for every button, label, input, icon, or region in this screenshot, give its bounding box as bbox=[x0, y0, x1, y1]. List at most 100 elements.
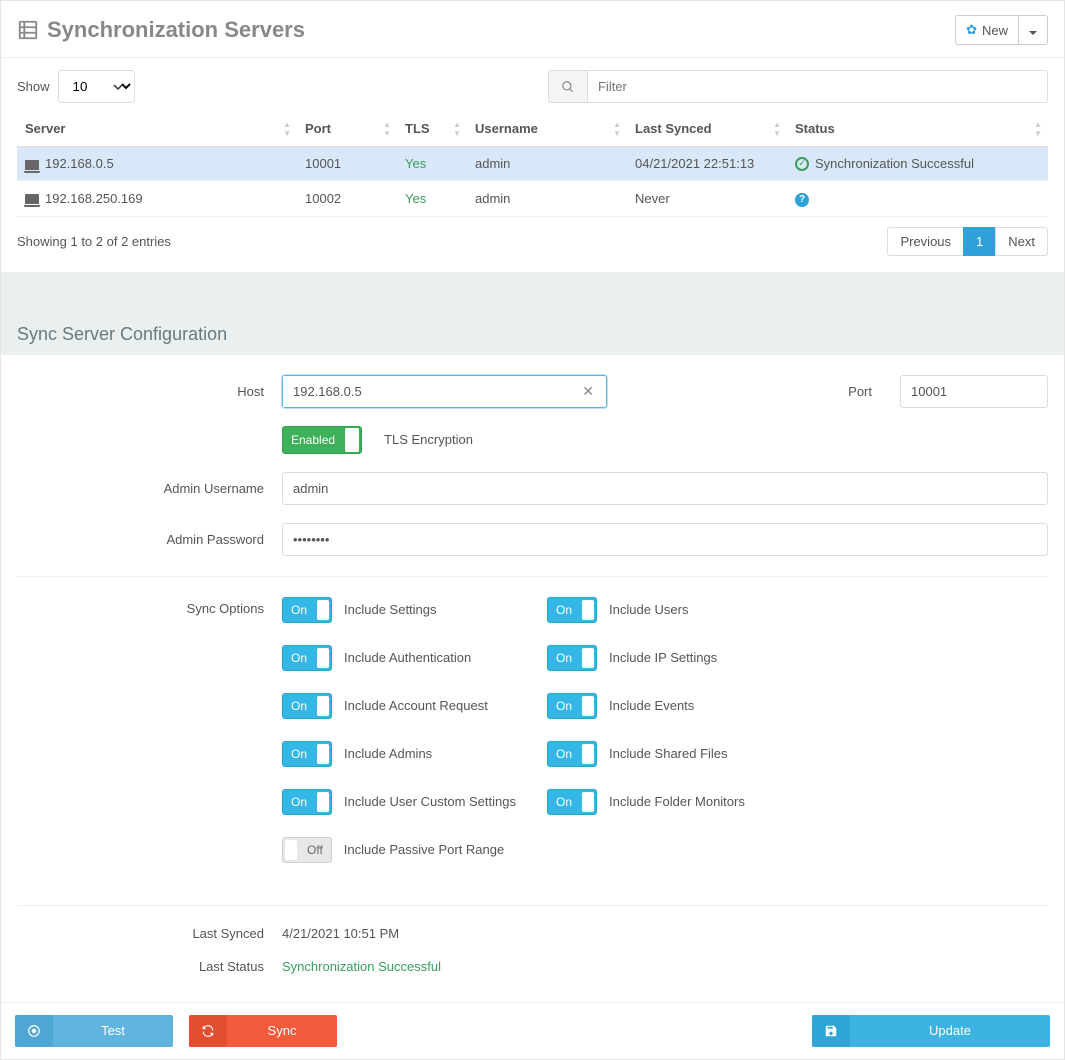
option-toggle[interactable]: On bbox=[547, 597, 597, 623]
option-label: Include Settings bbox=[344, 602, 437, 617]
option-label: Include User Custom Settings bbox=[344, 794, 516, 809]
sort-icon: ▲▼ bbox=[453, 120, 461, 138]
cell-tls: Yes bbox=[397, 147, 467, 181]
option-toggle[interactable]: On bbox=[282, 645, 332, 671]
col-username[interactable]: Username bbox=[475, 121, 538, 136]
option-toggle[interactable]: On bbox=[282, 693, 332, 719]
sort-icon: ▲▼ bbox=[773, 120, 781, 138]
option-label: Include Passive Port Range bbox=[344, 842, 504, 857]
server-icon bbox=[25, 194, 39, 204]
caret-down-icon bbox=[1029, 31, 1037, 35]
clear-icon[interactable]: ✕ bbox=[570, 376, 606, 407]
port-label: Port bbox=[848, 384, 890, 399]
servers-table: Server ▲▼ Port ▲▼ TLS ▲▼ Username ▲▼ Last Sy… bbox=[17, 111, 1048, 217]
col-server[interactable]: Server bbox=[25, 121, 65, 136]
option-toggle[interactable]: Off bbox=[282, 837, 332, 863]
cell-username: admin bbox=[467, 181, 627, 217]
tls-toggle[interactable]: Enabled bbox=[282, 426, 362, 454]
sort-icon: ▲▼ bbox=[613, 120, 621, 138]
col-port[interactable]: Port bbox=[305, 121, 331, 136]
cell-port: 10001 bbox=[297, 147, 397, 181]
search-icon bbox=[548, 70, 587, 103]
cell-status: ? bbox=[787, 181, 1048, 217]
filter-input[interactable] bbox=[587, 70, 1048, 103]
sync-button-label: Sync bbox=[227, 1023, 337, 1038]
last-status-label: Last Status bbox=[17, 959, 282, 974]
list-icon bbox=[17, 19, 39, 41]
cell-port: 10002 bbox=[297, 181, 397, 217]
server-icon bbox=[25, 160, 39, 170]
admin-username-input[interactable] bbox=[282, 472, 1048, 505]
test-button-label: Test bbox=[53, 1023, 173, 1038]
new-button-label: New bbox=[982, 23, 1008, 38]
table-row[interactable]: 192.168.250.169 10002YesadminNever? bbox=[17, 181, 1048, 217]
config-title: Sync Server Configuration bbox=[1, 312, 1064, 355]
page-header: Synchronization Servers ✿ New bbox=[1, 1, 1064, 58]
col-last-synced[interactable]: Last Synced bbox=[635, 121, 712, 136]
tls-encryption-label: TLS Encryption bbox=[384, 432, 473, 447]
option-label: Include Folder Monitors bbox=[609, 794, 745, 809]
update-button-label: Update bbox=[850, 1023, 1050, 1038]
page-previous[interactable]: Previous bbox=[887, 227, 964, 256]
filter-group bbox=[548, 70, 1048, 103]
cell-server: 192.168.250.169 bbox=[45, 191, 143, 206]
new-dropdown-button[interactable] bbox=[1019, 15, 1048, 45]
sort-icon: ▲▼ bbox=[283, 120, 291, 138]
gear-icon: ✿ bbox=[966, 22, 977, 38]
new-button-group: ✿ New bbox=[955, 15, 1048, 45]
cell-server: 192.168.0.5 bbox=[45, 156, 114, 171]
option-label: Include Account Request bbox=[344, 698, 488, 713]
option-toggle[interactable]: On bbox=[547, 789, 597, 815]
option-toggle[interactable]: On bbox=[282, 789, 332, 815]
admin-username-label: Admin Username bbox=[17, 481, 282, 496]
col-tls[interactable]: TLS bbox=[405, 121, 430, 136]
option-label: Include Authentication bbox=[344, 650, 471, 665]
sort-icon: ▲▼ bbox=[1034, 120, 1042, 138]
option-label: Include IP Settings bbox=[609, 650, 717, 665]
option-toggle[interactable]: On bbox=[547, 645, 597, 671]
tls-toggle-label: Enabled bbox=[283, 433, 343, 447]
table-row[interactable]: 192.168.0.5 10001Yesadmin04/21/2021 22:51… bbox=[17, 147, 1048, 181]
option-toggle[interactable]: On bbox=[282, 741, 332, 767]
page-1[interactable]: 1 bbox=[963, 227, 996, 256]
pagination: Previous 1 Next bbox=[888, 227, 1048, 256]
show-label: Show bbox=[17, 79, 50, 94]
cell-tls: Yes bbox=[397, 181, 467, 217]
cell-status: ✓ Synchronization Successful bbox=[787, 147, 1048, 181]
last-status-value: Synchronization Successful bbox=[282, 959, 441, 974]
admin-password-label: Admin Password bbox=[17, 532, 282, 547]
page-length-select[interactable]: 10 bbox=[58, 70, 135, 103]
page-title: Synchronization Servers bbox=[47, 17, 305, 43]
cell-last-synced: 04/21/2021 22:51:13 bbox=[627, 147, 787, 181]
port-input[interactable] bbox=[900, 375, 1048, 408]
table-info: Showing 1 to 2 of 2 entries bbox=[17, 234, 171, 249]
option-toggle[interactable]: On bbox=[547, 693, 597, 719]
host-input[interactable] bbox=[283, 376, 570, 407]
sort-icon: ▲▼ bbox=[383, 120, 391, 138]
sync-button[interactable]: Sync bbox=[189, 1015, 337, 1047]
check-circle-icon: ✓ bbox=[795, 157, 809, 171]
option-toggle[interactable]: On bbox=[547, 741, 597, 767]
host-label: Host bbox=[17, 384, 282, 399]
test-button[interactable]: Test bbox=[15, 1015, 173, 1047]
sync-options-label: Sync Options bbox=[17, 597, 282, 616]
status-text: Synchronization Successful bbox=[815, 156, 974, 171]
option-label: Include Admins bbox=[344, 746, 432, 761]
last-synced-value: 4/21/2021 10:51 PM bbox=[282, 926, 399, 941]
option-label: Include Events bbox=[609, 698, 694, 713]
cell-last-synced: Never bbox=[627, 181, 787, 217]
option-label: Include Shared Files bbox=[609, 746, 728, 761]
question-circle-icon: ? bbox=[795, 193, 809, 207]
admin-password-input[interactable] bbox=[282, 523, 1048, 556]
col-status[interactable]: Status bbox=[795, 121, 835, 136]
cell-username: admin bbox=[467, 147, 627, 181]
target-icon bbox=[15, 1015, 53, 1047]
last-synced-label: Last Synced bbox=[17, 926, 282, 941]
option-toggle[interactable]: On bbox=[282, 597, 332, 623]
save-icon bbox=[812, 1015, 850, 1047]
page-next[interactable]: Next bbox=[995, 227, 1048, 256]
option-label: Include Users bbox=[609, 602, 688, 617]
refresh-icon bbox=[189, 1015, 227, 1047]
update-button[interactable]: Update bbox=[812, 1015, 1050, 1047]
new-button[interactable]: ✿ New bbox=[955, 15, 1019, 45]
